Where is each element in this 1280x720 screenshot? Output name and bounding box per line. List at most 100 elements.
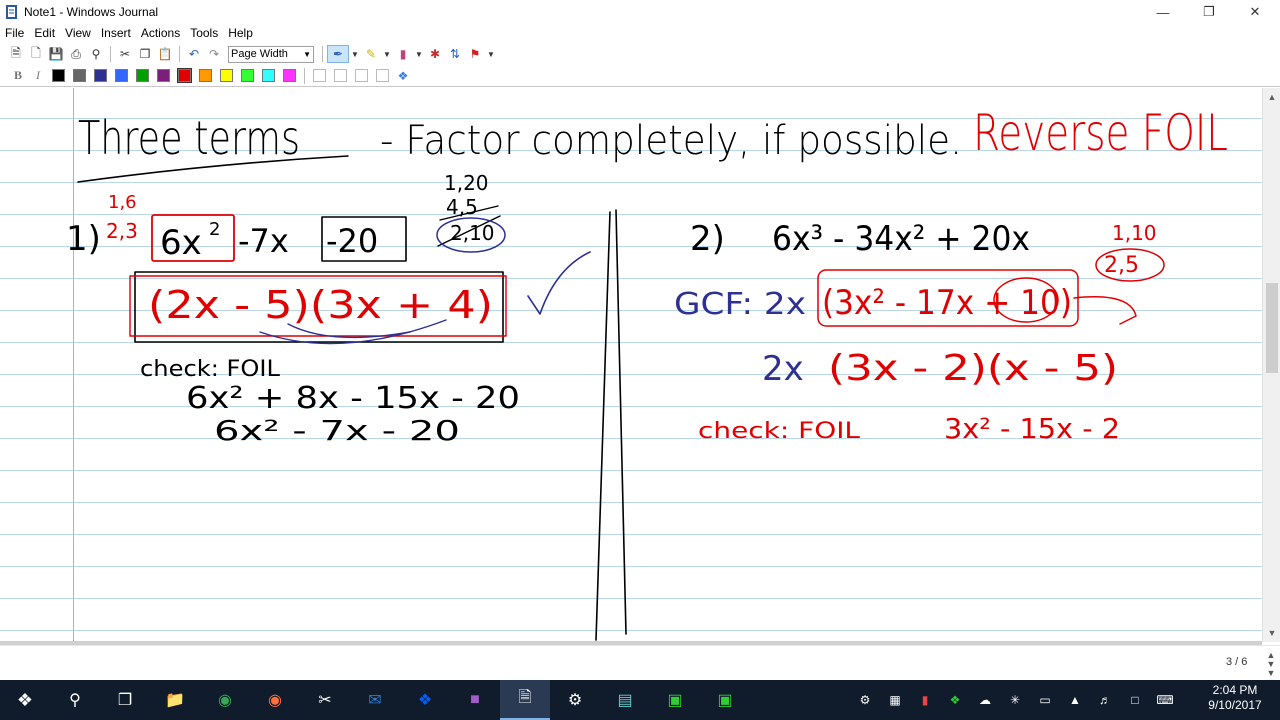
taskbar-dropbox[interactable]: ❖ — [400, 680, 450, 720]
save-button[interactable]: 💾 — [46, 45, 66, 63]
restore-button[interactable]: ❐ — [1186, 0, 1232, 24]
vertical-scrollbar[interactable]: ▲ ▼ — [1262, 88, 1280, 642]
pen-button[interactable]: ✒ — [327, 45, 349, 63]
menu-help[interactable]: Help — [223, 26, 258, 40]
heading-text: Three terms — [78, 111, 300, 165]
zoom-select[interactable]: Page Width ▼ — [228, 45, 314, 63]
insert-space-button[interactable]: ⇅ — [445, 45, 465, 63]
italic-button[interactable]: I — [28, 67, 48, 85]
p1-answer: (2x - 5)(3x + 4) — [148, 283, 493, 327]
tray-volume-icon[interactable]: ♬ — [1090, 693, 1120, 707]
taskbar-clock[interactable]: 2:04 PM 9/10/2017 — [1195, 683, 1275, 713]
restore-icon: ❐ — [1203, 4, 1215, 19]
taskbar-outlook[interactable]: ✉ — [350, 680, 400, 720]
highlighter-button[interactable]: ✎ — [361, 45, 381, 63]
menu-bar: File Edit View Insert Actions Tools Help — [0, 24, 1280, 42]
taskbar-camtasia-2[interactable]: ▣ — [700, 680, 750, 720]
status-bar — [0, 645, 1280, 680]
redo-button[interactable]: ↷ — [204, 45, 224, 63]
taskbar-chrome[interactable]: ◉ — [200, 680, 250, 720]
ink-color-swatch-1[interactable] — [73, 69, 86, 82]
pen-width-fine[interactable] — [313, 69, 326, 82]
copy-button[interactable]: ❐ — [135, 45, 155, 63]
tray-recorder-icon[interactable]: ▮ — [910, 693, 940, 707]
color-wheel-button[interactable]: ❖ — [393, 67, 413, 85]
taskbar-snipping[interactable]: ✂ — [300, 680, 350, 720]
search-button[interactable]: ⚲ — [50, 680, 100, 720]
eraser-dropdown[interactable]: ▼ — [413, 45, 425, 63]
p1-term-a-exp: 2 — [209, 219, 220, 240]
menu-actions[interactable]: Actions — [136, 26, 185, 40]
taskbar-calculator[interactable]: ▤ — [600, 680, 650, 720]
highlighter-dropdown[interactable]: ▼ — [381, 45, 393, 63]
minimize-icon: — — [1156, 4, 1170, 20]
page-nav: ▲ ▼ ▼ — [1262, 651, 1280, 679]
flag-dropdown[interactable]: ▼ — [485, 45, 497, 63]
taskbar-settings[interactable]: ⚙ — [550, 680, 600, 720]
tray-bluetooth-icon[interactable]: ✳ — [1000, 693, 1030, 707]
taskbar-journal[interactable]: 🗎 — [500, 680, 550, 720]
taskbar-onenote[interactable]: ■ — [450, 680, 500, 720]
ink-color-swatch-9[interactable] — [241, 69, 254, 82]
menu-tools[interactable]: Tools — [185, 26, 223, 40]
ink-color-swatch-10[interactable] — [262, 69, 275, 82]
divider-line — [595, 209, 627, 641]
menu-insert[interactable]: Insert — [96, 26, 136, 40]
cut-button[interactable]: ✂ — [115, 45, 135, 63]
heading-red-text: Reverse FOIL — [973, 104, 1228, 162]
tray-onedrive-icon[interactable]: ☁ — [970, 693, 1000, 707]
ink-color-swatch-8[interactable] — [220, 69, 233, 82]
ink-color-swatch-6[interactable] — [177, 68, 192, 83]
lasso-select-button[interactable]: ✱ — [425, 45, 445, 63]
note-page[interactable]: Three terms - Factor completely, if poss… — [0, 88, 1262, 641]
ink-color-swatch-0[interactable] — [52, 69, 65, 82]
ink-color-swatch-4[interactable] — [136, 69, 149, 82]
pen-width-thick[interactable] — [355, 69, 368, 82]
minimize-button[interactable]: — — [1140, 0, 1186, 24]
tray-network-icon[interactable]: ▲ — [1060, 693, 1090, 707]
journal-icon: 🗎 — [518, 688, 532, 706]
tray-notification-icon[interactable]: □ — [1120, 693, 1150, 707]
menu-file[interactable]: File — [0, 26, 29, 40]
eraser-button[interactable]: ▮ — [393, 45, 413, 63]
menu-view[interactable]: View — [60, 26, 96, 40]
task-view-button[interactable]: ❐ — [100, 680, 150, 720]
tray-input-icon[interactable]: ⌨ — [1150, 693, 1180, 707]
open-button[interactable]: 🗋 — [26, 45, 46, 63]
tray-battery-icon[interactable]: ▭ — [1030, 693, 1060, 707]
scrollbar-thumb[interactable] — [1266, 283, 1278, 373]
new-note-button[interactable]: 🗎 — [6, 45, 26, 63]
ink-color-swatch-7[interactable] — [199, 69, 212, 82]
menu-edit[interactable]: Edit — [29, 26, 60, 40]
start-button[interactable]: ❖ — [0, 680, 50, 720]
scroll-down-button[interactable]: ▼ — [1263, 626, 1280, 640]
ink-color-swatch-2[interactable] — [94, 69, 107, 82]
ink-color-palette — [48, 68, 300, 83]
toolbar-separator — [322, 46, 323, 62]
print-button[interactable]: ⎙ — [66, 45, 86, 63]
ink-color-swatch-5[interactable] — [157, 69, 170, 82]
p2-check-line: 3x² - 15x - 2 — [944, 412, 1120, 445]
tray-dropbox-icon[interactable]: ❖ — [940, 693, 970, 707]
close-button[interactable]: ✕ — [1232, 0, 1278, 24]
scroll-up-button[interactable]: ▲ — [1263, 90, 1280, 104]
taskbar-file-explorer[interactable]: 📁 — [150, 680, 200, 720]
p2-inner: (3x² - 17x + 10) — [822, 283, 1072, 323]
ink-color-swatch-3[interactable] — [115, 69, 128, 82]
pen-width-medium[interactable] — [334, 69, 347, 82]
undo-button[interactable]: ↶ — [184, 45, 204, 63]
tray-keyboard-icon[interactable]: ▦ — [880, 693, 910, 707]
flag-button[interactable]: ⚑ — [465, 45, 485, 63]
bold-button[interactable]: B — [8, 67, 28, 85]
format-toolbar: B I ❖ — [0, 65, 1280, 87]
journal-app-icon — [6, 5, 17, 19]
tray-app-icon[interactable]: ⚙ — [850, 693, 880, 707]
taskbar-camtasia-1[interactable]: ▣ — [650, 680, 700, 720]
taskbar-firefox[interactable]: ◉ — [250, 680, 300, 720]
ink-color-swatch-11[interactable] — [283, 69, 296, 82]
paste-button[interactable]: 📋 — [155, 45, 175, 63]
find-button[interactable]: ⚲ — [86, 45, 106, 63]
pen-width-extra[interactable] — [376, 69, 389, 82]
pen-dropdown[interactable]: ▼ — [349, 45, 361, 63]
last-page-button[interactable]: ▼ — [1262, 669, 1280, 678]
